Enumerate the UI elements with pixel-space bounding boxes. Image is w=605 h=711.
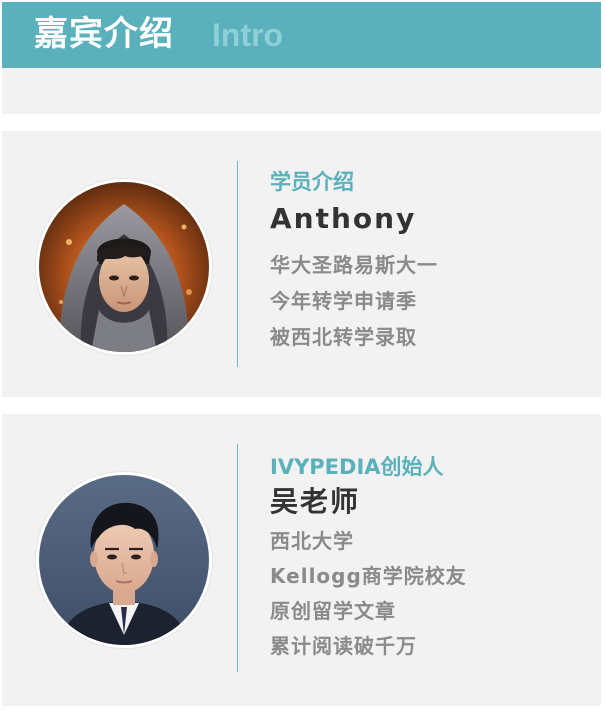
avatar-photo-wu <box>36 472 212 648</box>
guest-desc-line: 累计阅读破千万 <box>270 634 417 658</box>
vertical-divider <box>237 444 238 672</box>
section-subtitle: Intro <box>212 17 284 53</box>
hooded-portrait-image <box>39 182 209 352</box>
guest-desc-line: 今年转学申请季 <box>270 289 417 313</box>
guest-info-wu: IVYPEDIA创始人 吴老师 西北大学 Kellogg商学院校友 原创留学文章… <box>270 452 590 664</box>
guest-role: 学员介绍 <box>270 170 354 194</box>
section-title: 嘉宾介绍 <box>34 14 174 54</box>
spacer-band <box>2 68 601 114</box>
guest-info-anthony: 学员介绍 Anthony 华大圣路易斯大一 今年转学申请季 被西北转学录取 <box>270 167 590 355</box>
guest-desc-line: 西北大学 <box>270 529 354 553</box>
guest-card-wu: IVYPEDIA创始人 吴老师 西北大学 Kellogg商学院校友 原创留学文章… <box>2 414 601 706</box>
guest-desc-line: 原创留学文章 <box>270 599 396 623</box>
suit-portrait-image <box>39 475 209 645</box>
guest-name: Anthony <box>270 202 417 235</box>
guest-card-anthony: 学员介绍 Anthony 华大圣路易斯大一 今年转学申请季 被西北转学录取 <box>2 131 601 397</box>
vertical-divider <box>237 161 238 367</box>
avatar-photo-anthony <box>36 179 212 355</box>
guest-desc-line: 被西北转学录取 <box>270 325 417 349</box>
guest-name: 吴老师 <box>270 485 361 518</box>
guest-desc-line: 华大圣路易斯大一 <box>270 253 438 277</box>
section-header: 嘉宾介绍 Intro <box>2 2 601 68</box>
guest-role: IVYPEDIA创始人 <box>270 455 444 479</box>
guest-desc-line: Kellogg商学院校友 <box>270 564 467 588</box>
